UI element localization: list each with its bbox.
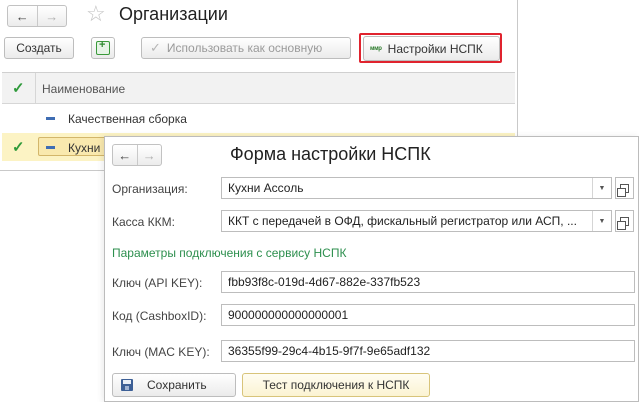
item-marker-icon (46, 117, 55, 120)
copy-add-icon (96, 39, 110, 55)
row-name: Кухни (68, 141, 101, 155)
nav-back-button[interactable]: ← (8, 6, 37, 26)
table-row[interactable]: Качественная сборка (2, 104, 515, 132)
row-name: Качественная сборка (68, 112, 187, 126)
cashbox-label: Код (CashboxID): (112, 309, 207, 323)
row-check-icon: ✓ (12, 139, 25, 156)
nav-buttons: ← → (7, 5, 67, 27)
window-title-row: ← → ☆ Организации (0, 0, 517, 30)
window-title: Организации (119, 4, 228, 24)
form-nav-forward-button[interactable]: → (136, 145, 162, 165)
organization-open-button[interactable] (615, 177, 634, 199)
api-key-label: Ключ (API KEY): (112, 276, 203, 290)
section-title: Параметры подключения с сервису НСПК (112, 246, 347, 260)
nspk-settings-form: ← → Форма настройки НСПК Организация: Ку… (104, 136, 639, 402)
open-form-icon (617, 216, 629, 230)
kkm-open-button[interactable] (615, 210, 634, 232)
use-as-main-button[interactable]: ✓ Использовать как основную (141, 37, 351, 59)
form-title: Форма настройки НСПК (230, 144, 431, 164)
kkm-label: Касса ККМ: (112, 215, 175, 229)
kkm-value: ККТ с передачей в ОФД, фискальный регист… (228, 214, 577, 228)
use-as-main-label: Использовать как основную (166, 41, 323, 55)
highlight-frame (359, 33, 502, 63)
check-icon: ✓ (150, 40, 161, 55)
kkm-select[interactable]: ККТ с передачей в ОФД, фискальный регист… (221, 210, 612, 232)
column-header-name[interactable]: Наименование (42, 82, 125, 96)
organization-label: Организация: (112, 182, 188, 196)
nav-forward-button[interactable]: → (36, 6, 67, 26)
form-nav-buttons: ← → (112, 144, 162, 166)
chevron-down-icon[interactable]: ▼ (592, 178, 611, 198)
column-divider (35, 73, 36, 103)
chevron-down-icon[interactable]: ▼ (592, 211, 611, 231)
save-disk-icon (121, 379, 133, 391)
copy-button[interactable] (91, 37, 115, 59)
test-connection-button[interactable]: Тест подключения к НСПК (242, 373, 430, 397)
table-header: ✓ Наименование (2, 73, 515, 104)
header-check-icon: ✓ (12, 80, 25, 97)
mac-key-input[interactable]: 36355f99-29c4-4b15-9f7f-9e65adf132 (221, 340, 635, 362)
open-form-icon (617, 183, 629, 197)
save-label: Сохранить (147, 378, 207, 392)
item-marker-icon (46, 146, 55, 149)
favorite-star-icon[interactable]: ☆ (86, 2, 106, 26)
create-button[interactable]: Создать (4, 37, 74, 59)
form-nav-back-button[interactable]: ← (113, 145, 137, 165)
mac-key-label: Ключ (MAC KEY): (112, 345, 210, 359)
organization-select[interactable]: Кухни Ассоль ▼ (221, 177, 612, 199)
api-key-input[interactable]: fbb93f8c-019d-4d67-882e-337fb523 (221, 271, 635, 293)
organization-value: Кухни Ассоль (228, 181, 304, 195)
cashbox-input[interactable]: 900000000000000001 (221, 304, 635, 326)
save-button[interactable]: Сохранить (112, 373, 236, 397)
